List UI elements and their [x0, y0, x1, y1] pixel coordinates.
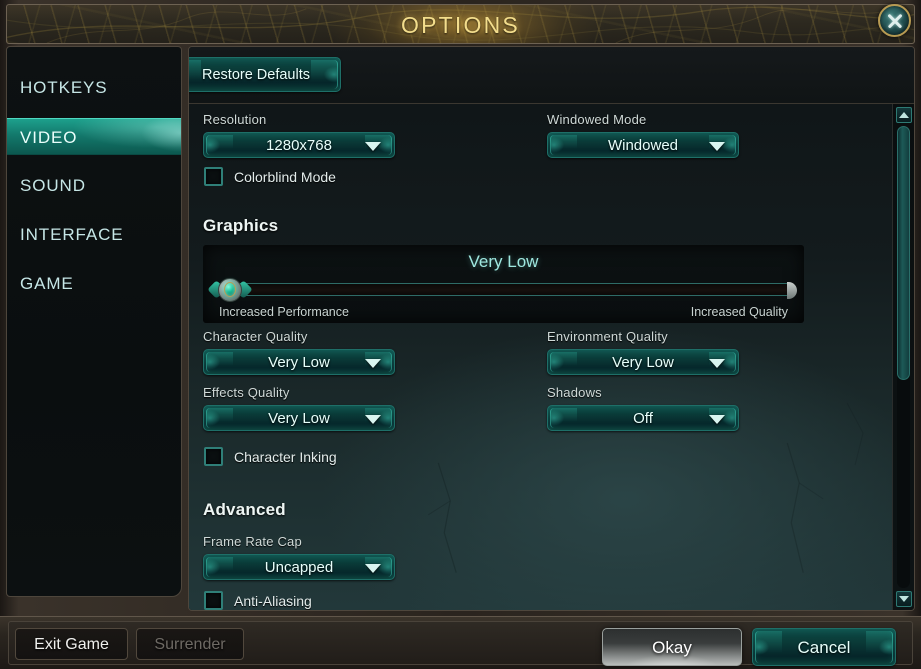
- exit-game-button[interactable]: Exit Game: [15, 628, 128, 660]
- options-footer: Exit Game Surrender Okay Cancel: [0, 616, 921, 669]
- graphics-quality-value: Very Low: [468, 252, 539, 271]
- window-titlebar: OPTIONS: [6, 4, 915, 44]
- okay-button[interactable]: Okay: [602, 628, 742, 666]
- windowed-mode-field: Windowed Mode Windowed: [547, 112, 739, 158]
- slider-handle-center-gem: [224, 282, 236, 297]
- sidebar-item-hotkeys[interactable]: HOTKEYS: [7, 69, 181, 106]
- anti-aliasing-checkbox-row[interactable]: Anti-Aliasing: [204, 591, 312, 610]
- triangle-up-icon: [899, 112, 909, 118]
- environment-quality-label: Environment Quality: [547, 329, 668, 344]
- sidebar-item-label: HOTKEYS: [20, 78, 108, 97]
- effects-quality-dropdown[interactable]: Very Low: [203, 405, 395, 431]
- scroll-up-button[interactable]: [896, 107, 912, 123]
- character-inking-label: Character Inking: [234, 448, 337, 465]
- scrollbar-thumb[interactable]: [897, 126, 910, 381]
- sidebar-item-label: SOUND: [20, 176, 86, 195]
- cancel-label: Cancel: [797, 638, 851, 657]
- chevron-down-icon: [709, 415, 725, 424]
- chevron-down-icon: [709, 142, 725, 151]
- main-header: Video Restore Defaults: [189, 47, 914, 104]
- character-quality-dropdown[interactable]: Very Low: [203, 349, 395, 375]
- colorblind-mode-checkbox[interactable]: [204, 167, 223, 186]
- slider-track-end-cap: [787, 282, 797, 299]
- graphics-section-heading: Graphics: [203, 216, 279, 235]
- environment-quality-dropdown[interactable]: Very Low: [547, 349, 739, 375]
- options-main-panel: Video Restore Defaults Resolution: [188, 46, 915, 611]
- colorblind-mode-label: Colorblind Mode: [234, 168, 336, 185]
- graphics-quality-slider-handle[interactable]: [207, 276, 253, 303]
- windowed-mode-label: Windowed Mode: [547, 112, 647, 127]
- restore-defaults-label: Restore Defaults: [202, 67, 310, 83]
- sidebar-item-interface[interactable]: INTERFACE: [7, 216, 181, 253]
- chevron-down-icon: [365, 415, 381, 424]
- options-body: HOTKEYS VIDEO SOUND INTERFACE GAME Video…: [6, 46, 915, 616]
- chevron-down-icon: [365, 564, 381, 573]
- effects-quality-field: Effects Quality Very Low: [203, 385, 395, 431]
- close-icon[interactable]: [878, 4, 911, 37]
- anti-aliasing-checkbox[interactable]: [204, 591, 223, 610]
- shadows-field: Shadows Off: [547, 385, 739, 431]
- scroll-down-button[interactable]: [896, 591, 912, 607]
- character-inking-checkbox[interactable]: [204, 447, 223, 466]
- shadows-dropdown[interactable]: Off: [547, 405, 739, 431]
- chevron-down-icon: [709, 359, 725, 368]
- anti-aliasing-label: Anti-Aliasing: [234, 592, 312, 609]
- resolution-dropdown[interactable]: 1280x768: [203, 132, 395, 158]
- sidebar-item-game[interactable]: GAME: [7, 265, 181, 302]
- advanced-section-heading: Advanced: [203, 500, 286, 519]
- frame-rate-cap-field: Frame Rate Cap Uncapped: [203, 534, 395, 580]
- resolution-label: Resolution: [203, 112, 267, 127]
- surrender-button: Surrender: [136, 628, 244, 660]
- cancel-button[interactable]: Cancel: [752, 628, 896, 666]
- sidebar-item-video[interactable]: VIDEO: [7, 118, 181, 155]
- frame-rate-cap-dropdown[interactable]: Uncapped: [203, 554, 395, 580]
- footer-inner-panel: Exit Game Surrender Okay Cancel: [8, 621, 913, 666]
- windowed-mode-dropdown[interactable]: Windowed: [547, 132, 739, 158]
- character-quality-label: Character Quality: [203, 329, 308, 344]
- resolution-field: Resolution 1280x768: [203, 112, 395, 158]
- chevron-down-icon: [365, 359, 381, 368]
- graphics-quality-slider-track[interactable]: [219, 282, 797, 299]
- slider-min-label: Increased Performance: [219, 305, 349, 319]
- sidebar-item-label: GAME: [20, 274, 74, 293]
- character-inking-checkbox-row[interactable]: Character Inking: [204, 447, 337, 466]
- options-window: OPTIONS HOTKEYS VIDEO SOUND INTERFACE GA…: [0, 0, 921, 669]
- graphics-quality-slider-block: Very Low Increased Performance Increased…: [203, 245, 804, 323]
- frame-rate-cap-label: Frame Rate Cap: [203, 534, 302, 549]
- video-settings-content: Resolution 1280x768 Windowed Mode Window…: [189, 104, 892, 610]
- colorblind-mode-checkbox-row[interactable]: Colorblind Mode: [204, 167, 336, 186]
- triangle-down-icon: [899, 596, 909, 602]
- sidebar-item-label: INTERFACE: [20, 225, 124, 244]
- shadows-label: Shadows: [547, 385, 602, 400]
- sidebar-item-sound[interactable]: SOUND: [7, 167, 181, 204]
- character-quality-field: Character Quality Very Low: [203, 329, 395, 375]
- environment-quality-field: Environment Quality Very Low: [547, 329, 739, 375]
- options-sidebar: HOTKEYS VIDEO SOUND INTERFACE GAME: [6, 46, 182, 597]
- restore-defaults-button[interactable]: Restore Defaults: [189, 57, 341, 92]
- content-scrollbar[interactable]: [892, 104, 914, 610]
- effects-quality-label: Effects Quality: [203, 385, 290, 400]
- sidebar-item-label: VIDEO: [20, 128, 78, 147]
- window-title: OPTIONS: [401, 12, 520, 38]
- slider-max-label: Increased Quality: [690, 305, 788, 319]
- chevron-down-icon: [365, 142, 381, 151]
- scrollbar-track[interactable]: [897, 126, 910, 588]
